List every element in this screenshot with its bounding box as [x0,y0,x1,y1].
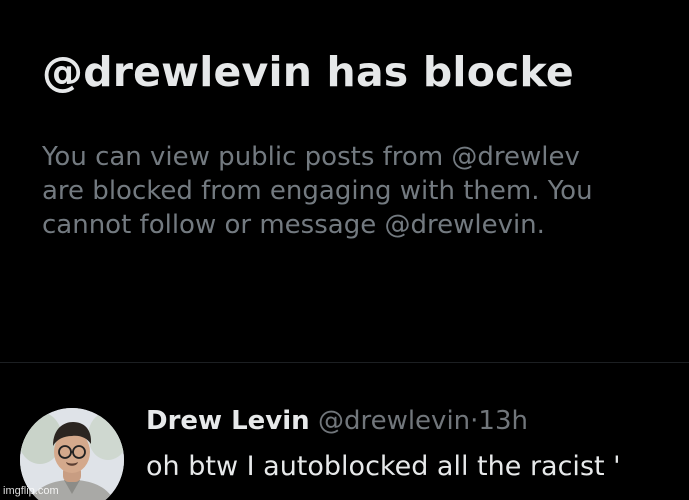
divider [0,362,689,363]
blocked-description: You can view public posts from @drewlev … [42,140,593,242]
author-name[interactable]: Drew Levin [146,406,310,436]
watermark: imgflip.com [3,485,59,497]
author-handle[interactable]: @drewlevin [318,406,470,436]
blocked-profile-screen: @drewlevin has blocke You can view publi… [0,0,689,500]
tweet-text: oh btw I autoblocked all the racist ' [146,451,621,482]
blocked-description-line: are blocked from engaging with them. You [42,176,593,206]
blocked-title: @drewlevin has blocke [42,48,574,96]
tweet-header: Drew Levin @drewlevin·13h [146,406,528,436]
tweet-timestamp[interactable]: 13h [478,406,528,436]
blocked-description-line: You can view public posts from @drewlev [42,142,580,172]
blocked-description-line: cannot follow or message @drewlevin. [42,210,545,240]
